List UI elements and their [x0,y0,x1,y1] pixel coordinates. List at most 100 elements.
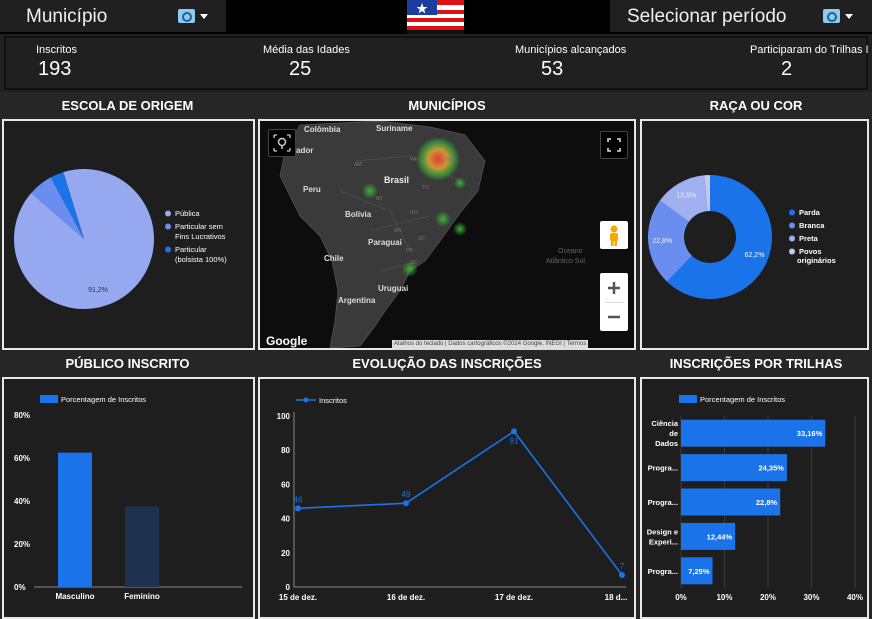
keyboard-shortcuts-link[interactable]: Atalhos do teclado [394,341,443,347]
x-tick-label: 18 d... [605,593,628,602]
data-label: 22,8% [756,498,778,507]
data-point[interactable] [619,572,625,579]
periodo-label: Selecionar período [627,6,787,27]
escola-pie-chart: 91,2% Pública Particular semFins Lucrativo… [13,169,227,309]
legend-label: Preta [799,234,819,243]
y-tick-label: 0 [286,583,291,592]
legend-swatch [789,248,795,255]
y-tick-label: 60% [14,454,30,463]
y-tick-label: Dados [655,439,678,448]
minus-icon [608,315,620,319]
bar[interactable] [125,506,159,587]
map-label: Suriname [376,124,413,133]
filter-chevron-down-icon[interactable] [178,9,208,25]
y-tick-label: 80 [281,446,290,455]
map-label: Chile [324,254,344,263]
zoom-controls [600,273,628,331]
y-tick-label: Progra... [648,567,678,576]
x-tick-label: 15 de dez. [279,593,317,602]
donut-data-label: 62,2% [745,252,765,259]
x-tick-label: 40% [847,593,863,602]
legend-label: Particular [175,245,207,254]
pegman-icon [610,225,618,246]
map-label: Atlântico Sul [546,258,585,265]
municipio-dropdown[interactable]: Município [0,0,226,32]
donut-data-label: 13,5% [676,192,696,199]
map-label: Oceano [558,248,583,255]
y-tick-label: 20 [281,549,290,558]
trilhas-title: INSCRIÇÕES POR TRILHAS [669,356,843,371]
map-label: ador [296,146,313,155]
bar[interactable] [58,452,92,587]
terms-link[interactable]: Termos [567,341,587,347]
legend-swatch [40,395,58,403]
legend-label: Povos [799,247,822,256]
map-label: Brasil [384,175,409,185]
fullscreen-icon [607,138,621,152]
map-label: Colômbia [304,125,341,134]
locate-button[interactable] [268,129,296,157]
data-label: 33,16% [797,429,823,438]
publico-bar-chart: Porcentagem de Inscritos 0% 20% 40% 60% 80% Ma… [14,395,242,601]
calendar-chevron-down-icon[interactable] [823,9,853,25]
x-tick-label: Feminino [124,592,160,601]
x-tick-label: 10% [716,593,732,602]
map-label: SC [410,260,417,266]
map-label: Paraguai [368,238,402,247]
kpi-municipios-label: Municípios alcançados [515,44,627,56]
map-label: Peru [303,185,321,194]
legend-swatch [679,395,697,403]
x-tick-label: Masculino [55,592,94,601]
x-tick-label: 16 de dez. [387,593,425,602]
street-view-button[interactable] [600,221,628,249]
y-tick-label: Experi... [649,537,678,546]
data-point[interactable] [295,505,301,512]
periodo-dropdown[interactable]: Selecionar período [610,0,872,32]
municipio-label: Município [26,6,108,27]
data-label: 91 [510,436,519,445]
raca-panel: 62,2% 22,8% 13,5% Parda Branca Preta Povos orig… [640,119,869,350]
raca-donut-chart: 62,2% 22,8% 13,5% Parda Branca Preta Povosorig… [648,175,836,299]
series-line [297,430,623,576]
map-label: AM [354,162,362,168]
zoom-out-button[interactable] [600,303,628,331]
map-label: PR [406,248,413,254]
y-tick-label: Design e [647,527,678,536]
data-point[interactable] [403,500,409,507]
data-point[interactable] [511,428,517,435]
zoom-in-button[interactable] [600,273,628,302]
publico-panel: Porcentagem de Inscritos 0% 20% 40% 60% 80% Ma… [2,377,255,619]
evolucao-line-chart: Inscritos 0 20 40 60 80 100 46 15 de dez. 49 16 de… [277,396,628,602]
municipios-title: MUNICÍPIOS [408,98,486,113]
legend-swatch [789,222,795,229]
map-label: PA [410,157,417,163]
municipios-map[interactable]: Colômbia Suriname ador Peru Brasil Bolív… [258,119,636,350]
publico-title: PÚBLICO INSCRITO [65,356,190,371]
map-label: MS [394,228,402,234]
kpi-strip: Inscritos 193 Média das Idades 25 Municí… [0,34,872,92]
escola-title: ESCOLA DE ORIGEM [61,98,194,113]
data-label: 12,44% [707,532,733,541]
legend-swatch [789,235,795,242]
y-tick-label: 80% [14,411,30,420]
kpi-idades-label: Média das Idades [263,44,350,56]
donut-data-label: 22,8% [652,238,672,245]
map-data-text: Dados cartográficos ©2024 Google, INEGI [448,341,562,347]
kpi-idades-value: 25 [289,58,312,80]
legend-swatch [165,210,171,217]
legend-label: Inscritos [319,396,347,405]
escola-panel: 91,2% Pública Particular sem Fins Lucrativo… [2,119,255,350]
map-label: Argentina [338,296,376,305]
y-tick-label: 0% [14,583,26,592]
trilhas-panel: Porcentagem de Inscritos 0% 10% 20% 30% 40% 33… [640,377,869,619]
legend-label: Porcentagem de Inscritos [61,395,146,404]
data-label: 24,35% [758,464,784,473]
map-label: Bolívia [345,210,372,219]
map-canvas[interactable]: Colômbia Suriname ador Peru Brasil Bolív… [260,120,634,349]
y-tick-label: Progra... [648,464,678,473]
y-tick-label: Ciência [651,419,679,428]
y-tick-label: de [669,429,678,438]
fullscreen-button[interactable] [600,131,628,159]
pie-data-label: 91,2% [88,287,108,294]
x-tick-label: 30% [803,593,819,602]
